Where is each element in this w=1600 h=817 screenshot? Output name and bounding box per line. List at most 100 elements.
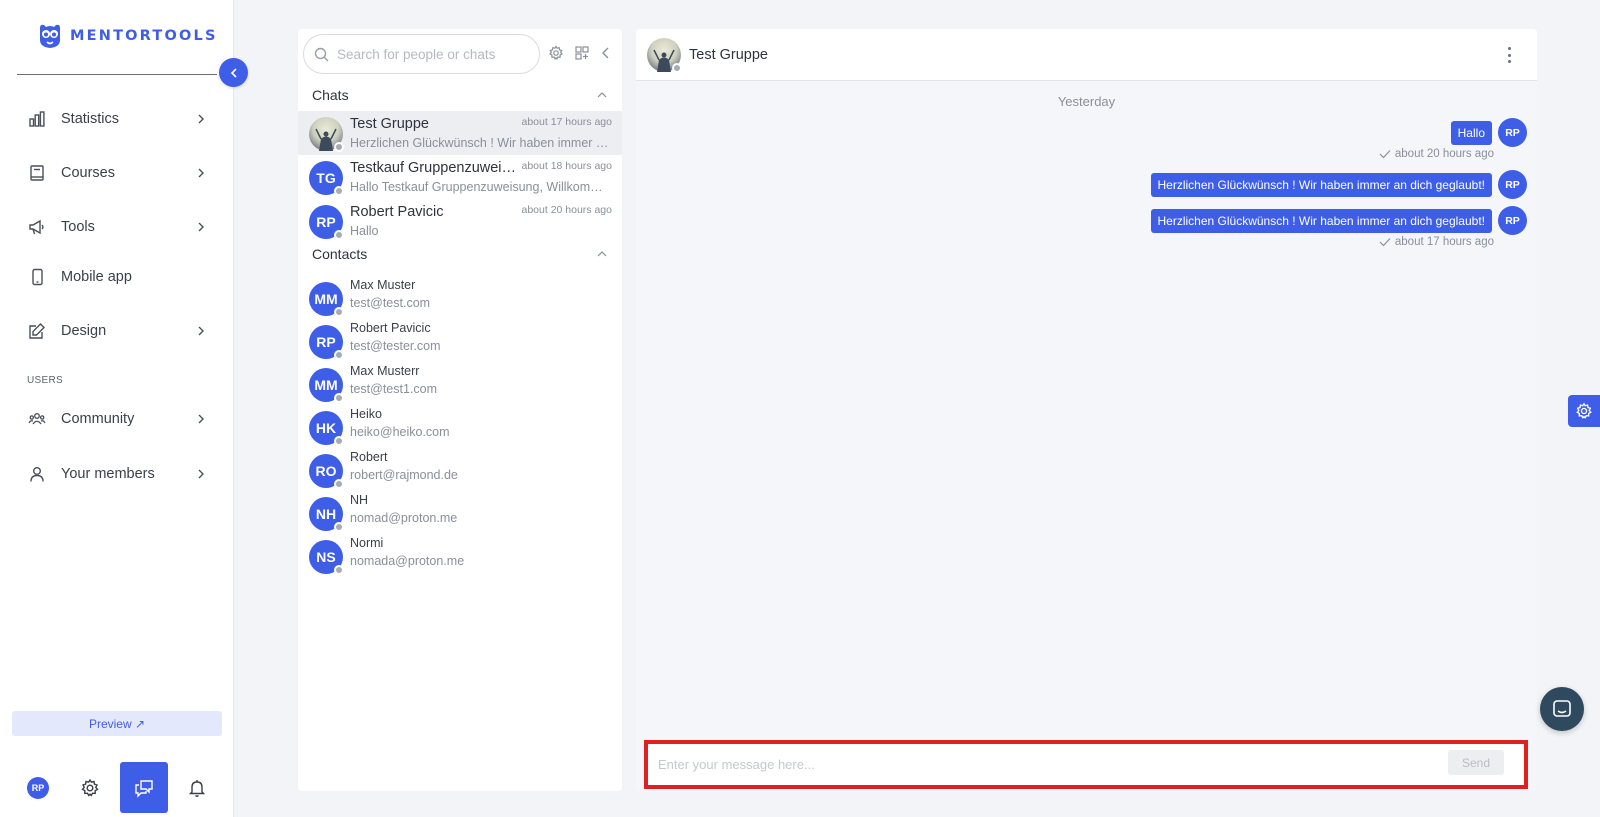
brand-logo[interactable]: MENTORTOOLS [36,22,218,50]
message-meta: about 17 hours ago [1379,236,1494,248]
chat-bubbles-icon [135,779,153,798]
customizer-button[interactable] [1568,395,1600,427]
status-dot [334,436,344,446]
chevron-left-icon [230,67,237,78]
group-photo-avatar[interactable] [647,38,682,73]
contact-item[interactable]: MM Max Muster test@test.com [298,276,622,320]
contacts-section-title: Contacts [312,246,368,262]
sidebar-item-label: Your members [61,466,155,482]
contact-item[interactable]: MM Max Musterr test@test1.com [298,362,622,406]
conversation-header: Test Gruppe [636,29,1537,81]
contact-email: nomad@proton.me [350,511,458,525]
avatar-initials: HK [315,420,337,436]
avatar-initials: RP [316,214,336,230]
user-avatar[interactable]: RP [27,777,49,799]
chat-preview: Herzlichen Glückwünsch ! Wir haben immer… [350,136,612,150]
message-composer: Send [644,740,1528,789]
contact-email: robert@rajmond.de [350,468,458,482]
book-icon [27,163,47,183]
chat-name: Robert Pavicic [350,204,444,220]
collapse-sidebar-button[interactable] [219,58,248,87]
status-dot [334,142,344,152]
preview-button-label: Preview ↗ [88,716,146,731]
status-dot [334,565,344,575]
status-dot [334,186,344,196]
send-button[interactable]: Send [1448,750,1504,775]
contact-item[interactable]: NH NH nomad@proton.me [298,491,622,535]
users-section-label: USERS [27,375,63,386]
bell-icon[interactable] [187,778,207,798]
contact-name: Heiko [350,407,382,421]
sidebar-item-design[interactable]: Design [27,319,207,343]
settings-icon[interactable] [548,45,564,61]
contact-email: test@test1.com [350,382,438,396]
sidebar-item-label: Courses [61,165,115,181]
sidebar-item-community[interactable]: Community [27,407,207,431]
chats-section-title: Chats [312,87,349,103]
users-group-icon [27,409,47,429]
avatar-initials: MM [314,291,338,307]
user-icon [27,464,47,484]
message-time: about 20 hours ago [1394,148,1494,160]
chats-section-header[interactable]: Chats [312,85,608,105]
status-dot [334,522,344,532]
chat-item-test-gruppe[interactable]: Test Gruppe about 17 hours ago Herzliche… [298,111,622,155]
checkmark-icon [1379,238,1391,247]
contact-name: Normi [350,536,384,550]
chevron-right-icon [198,326,204,336]
sidebar-item-mobile-app[interactable]: Mobile app [27,265,207,289]
message-row: Hallo RP [1450,118,1527,147]
more-options-icon[interactable] [1499,45,1519,65]
message-bubble[interactable]: Herzlichen Glückwünsch ! Wir haben immer… [1150,208,1492,233]
sidebar-item-statistics[interactable]: Statistics [27,107,207,131]
chevron-right-icon [198,114,204,124]
avatar-initials: NH [315,506,337,522]
sidebar-item-tools[interactable]: Tools [27,215,207,239]
checkmark-icon [1379,150,1391,159]
preview-button[interactable]: Preview ↗ [12,711,222,736]
avatar-initials: TG [316,170,336,186]
sidebar-item-courses[interactable]: Courses [27,161,207,185]
chat-icon [1553,700,1571,717]
avatar: TG [309,161,344,196]
contact-item[interactable]: RO Robert robert@rajmond.de [298,448,622,492]
message-input[interactable] [658,753,1428,776]
sidebar-item-your-members[interactable]: Your members [27,462,207,486]
avatar: NS [309,540,344,575]
chat-item-robert-pavicic[interactable]: RP Robert Pavicic about 20 hours ago Hal… [298,199,622,243]
search-input[interactable] [337,46,527,62]
group-photo-avatar [309,117,344,152]
contact-name: Robert Pavicic [350,321,431,335]
contact-item[interactable]: NS Normi nomada@proton.me [298,534,622,578]
avatar: RP [309,325,344,360]
chat-name: Test Gruppe [350,116,429,132]
new-group-icon[interactable] [574,45,590,61]
chevron-up-icon [597,92,607,98]
chevron-right-icon [198,168,204,178]
contact-item[interactable]: HK Heiko heiko@heiko.com [298,405,622,449]
status-dot [334,350,344,360]
avatar: RP [1498,170,1527,199]
contact-item[interactable]: RP Robert Pavicic test@tester.com [298,319,622,363]
chevron-left-icon[interactable] [598,45,614,61]
chevron-right-icon [198,414,204,424]
chat-item-testkauf[interactable]: TG Testkauf Gruppenzuweisung about 18 ho… [298,155,622,199]
contact-name: NH [350,493,369,507]
message-bubble[interactable]: Hallo [1450,120,1492,145]
edit-icon [27,321,47,341]
bar-chart-icon [27,109,47,129]
contact-name: Max Muster [350,278,416,292]
message-bubble[interactable]: Herzlichen Glückwünsch ! Wir haben immer… [1150,172,1492,197]
sidebar-item-label: Mobile app [61,269,132,285]
chat-list-panel: Chats Test Gruppe about 17 hours ago Her… [298,29,622,791]
chat-nav-button[interactable] [120,762,168,813]
contact-email: test@tester.com [350,339,441,353]
support-chat-button[interactable] [1540,687,1584,731]
status-dot [334,230,344,240]
avatar: RO [309,454,344,489]
contacts-section-header[interactable]: Contacts [312,244,608,264]
contact-email: test@test.com [350,296,431,310]
message-row: Herzlichen Glückwünsch ! Wir haben immer… [1150,170,1527,199]
sidebar-divider [17,74,217,75]
gear-icon[interactable] [80,778,100,798]
